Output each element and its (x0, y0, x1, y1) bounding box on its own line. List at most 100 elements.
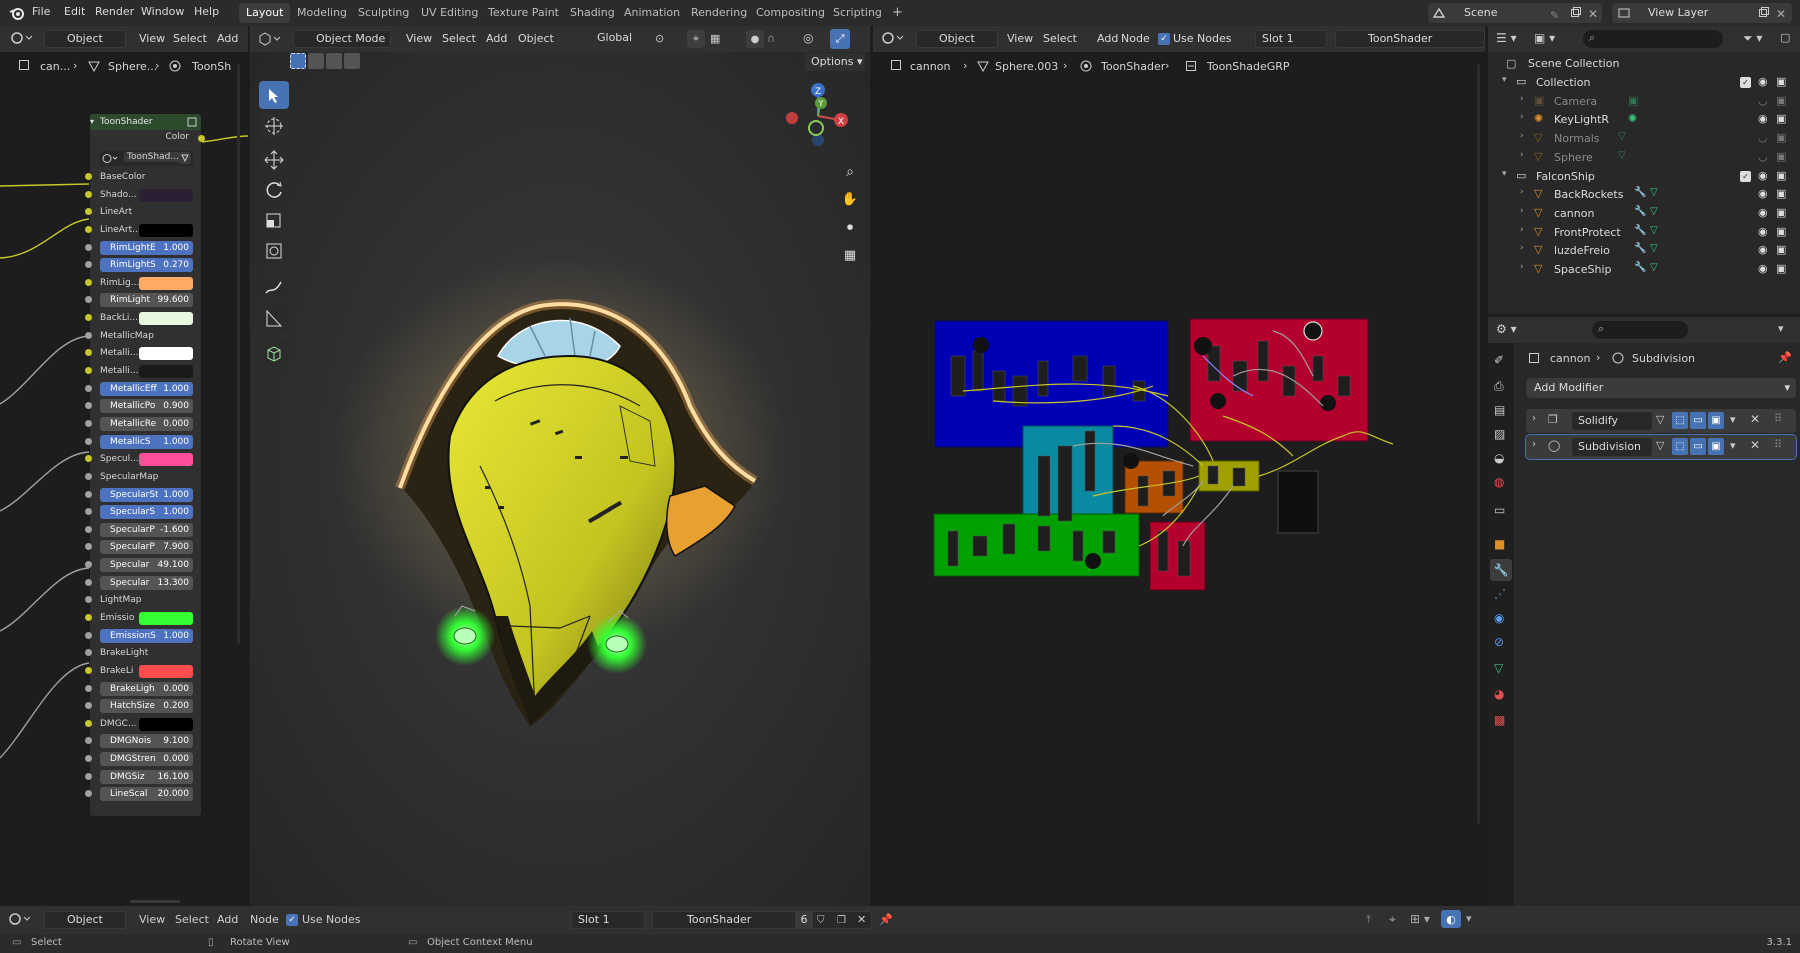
texture-tab-icon[interactable]: ▩ (1494, 713, 1505, 727)
node-socket-row[interactable]: LightMap (90, 592, 201, 609)
navigation-gizmo[interactable]: Z X Y (778, 76, 858, 156)
select-box-tool[interactable] (259, 81, 289, 109)
tab-texture-paint[interactable]: Texture Paint (481, 3, 566, 23)
collection-tab-icon[interactable]: ▭ (1494, 503, 1505, 517)
node-socket-row[interactable]: BrakeLi (90, 663, 201, 680)
camera-render-icon[interactable]: ▣ (1776, 243, 1786, 256)
left-node-editor[interactable]: Object View Select Add can... › Sphere..… (0, 26, 248, 906)
eye-icon[interactable]: ◉ (1758, 206, 1768, 219)
menu-render[interactable]: Render (95, 5, 134, 18)
input-socket[interactable] (85, 331, 92, 339)
node-socket-row[interactable]: RimLight 99.600 (90, 292, 201, 309)
value-field[interactable]: BrakeLigh 0.000 (100, 681, 193, 696)
modifier-solidify[interactable]: › ❐ Solidify ▽ ⬚ ▭ ▣ ▾ ✕ ⠿ (1526, 409, 1796, 433)
node-socket-row[interactable]: DMGNois 9.100 (90, 733, 201, 750)
camera-render-icon[interactable]: ▣ (1776, 262, 1786, 275)
object-mode-dropdown[interactable]: Object (44, 30, 126, 48)
node-socket-row[interactable]: SpecularMap (90, 469, 201, 486)
camera-render-icon[interactable]: ▣ (1776, 150, 1786, 163)
modifier-icon[interactable]: 🔧 (1634, 187, 1646, 198)
snap-grid-icon[interactable]: ▦ (710, 32, 720, 45)
input-socket[interactable] (85, 561, 92, 569)
value-field[interactable]: SpecularP -1.600 (100, 522, 193, 537)
input-socket[interactable] (85, 367, 92, 375)
node-socket-row[interactable]: MetallicRe 0.000 (90, 416, 201, 433)
menu-file[interactable]: File (32, 5, 50, 18)
transform-orientation-dropdown[interactable]: Global (575, 30, 647, 48)
input-socket[interactable] (85, 772, 92, 780)
viewport-toggle-icon[interactable]: ▭ (1690, 412, 1706, 429)
input-socket[interactable] (85, 614, 92, 621)
node-socket-row[interactable]: Metalli... (90, 345, 201, 362)
select-new-icon[interactable] (290, 53, 306, 69)
node-socket-row[interactable]: DMGC... (90, 716, 201, 733)
input-socket[interactable] (85, 790, 92, 798)
proportional-edit-icon[interactable]: ● (746, 30, 764, 48)
outliner-item-collection[interactable]: ▾ ▭ Collection ✓ ◉ ▣ (1488, 73, 1788, 92)
chevron-down-icon[interactable]: ▾ (90, 114, 94, 130)
outliner-item-falconship[interactable]: ▾ ▭ FalconShip ✓ ◉ ▣ (1488, 167, 1788, 186)
breadcrumb-object[interactable]: can... (40, 60, 70, 73)
breadcrumb-material[interactable]: ToonSh (192, 60, 231, 73)
chevron-down-icon[interactable]: ▾ (1730, 413, 1736, 426)
fake-user-icon[interactable]: ⛉ (817, 913, 825, 928)
close-icon[interactable]: ✕ (857, 912, 866, 928)
chevron-down-icon[interactable]: ▾ (1466, 912, 1472, 925)
copy-icon[interactable] (1570, 6, 1582, 18)
world-tab-icon[interactable]: ◍ (1494, 475, 1504, 489)
color-swatch[interactable] (139, 312, 193, 326)
tab-uv-editing[interactable]: UV Editing (414, 3, 485, 23)
input-socket[interactable] (85, 225, 92, 233)
output-socket[interactable] (198, 135, 205, 142)
material-selector[interactable]: ToonShader (1335, 30, 1485, 48)
add-workspace-button[interactable]: + (885, 3, 910, 23)
menu-node[interactable]: Node (250, 913, 279, 926)
node-socket-row[interactable]: DMGStren 0.000 (90, 751, 201, 768)
overlay-icon[interactable]: ◐ (1441, 910, 1461, 928)
eye-icon[interactable]: ◉ (1758, 225, 1768, 238)
tab-compositing[interactable]: Compositing (749, 3, 832, 23)
editor-type-icon[interactable]: ☰ ▾ (1496, 31, 1517, 45)
camera-render-icon[interactable]: ▣ (1776, 94, 1786, 107)
tab-shading[interactable]: Shading (563, 3, 622, 23)
camera-render-icon[interactable]: ▣ (1776, 206, 1786, 219)
eye-icon[interactable]: ◉ (1758, 169, 1768, 182)
physics-tab-icon[interactable]: ◉ (1494, 611, 1504, 625)
value-field[interactable]: MetallicEff 1.000 (100, 381, 193, 396)
menu-edit[interactable]: Edit (64, 5, 85, 18)
input-socket[interactable] (85, 261, 92, 269)
tab-scripting[interactable]: Scripting (826, 3, 889, 23)
pin-icon[interactable]: ✎ (1550, 6, 1559, 26)
input-socket[interactable] (85, 190, 92, 198)
value-field[interactable]: DMGNois 9.100 (100, 734, 193, 749)
material-tab-icon[interactable]: ◕ (1494, 687, 1504, 701)
node-socket-row[interactable]: Shado... (90, 187, 201, 204)
value-field[interactable]: RimLight 99.600 (100, 293, 193, 308)
outliner[interactable]: ☰ ▾ ▣ ▾ ⌕ ⏷ ▾ ▢ ▢ Scene Collection ▾ ▭ Colle… (1488, 26, 1800, 314)
scene-selector[interactable]: Scene ✎ ✕ (1428, 3, 1602, 23)
outliner-item-backrockets[interactable]: › ▽ BackRockets 🔧 ▽ ◉ ▣ (1488, 185, 1788, 204)
outliner-item-spaceship[interactable]: › ▽ SpaceShip 🔧 ▽ ◉ ▣ (1488, 260, 1788, 279)
close-icon[interactable]: ✕ (1776, 4, 1786, 24)
input-socket[interactable] (85, 243, 92, 251)
node-socket-row[interactable]: EmissionS 1.000 (90, 628, 201, 645)
eye-icon[interactable]: ◡ (1758, 131, 1768, 144)
camera-render-icon[interactable]: ▣ (1776, 75, 1786, 88)
breadcrumb-mesh[interactable]: Sphere... (108, 60, 157, 73)
value-field[interactable]: RimLightE 1.000 (100, 240, 193, 255)
camera-render-icon[interactable]: ▣ (1776, 225, 1786, 238)
render-toggle-icon[interactable]: ▣ (1708, 438, 1724, 455)
expand-arrow-icon[interactable]: › (1520, 112, 1524, 122)
material-selector[interactable]: ToonShader 6 ⛉ ❐ ✕ (652, 911, 872, 929)
exclude-checkbox[interactable]: ✓ (1740, 77, 1751, 88)
add-cube-tool[interactable] (259, 339, 289, 367)
menu-node[interactable]: Node (1121, 32, 1150, 45)
value-field[interactable]: RimLightS 0.270 (100, 258, 193, 273)
menu-select[interactable]: Select (442, 32, 476, 45)
node-socket-row[interactable]: MetallicMap (90, 328, 201, 345)
value-field[interactable]: Specular 13.300 (100, 575, 193, 590)
tab-modeling[interactable]: Modeling (290, 3, 354, 23)
select-subtract-icon[interactable] (326, 53, 342, 69)
mesh-data-icon[interactable]: ▽ (1618, 131, 1626, 142)
value-field[interactable]: Specular 49.100 (100, 558, 193, 573)
